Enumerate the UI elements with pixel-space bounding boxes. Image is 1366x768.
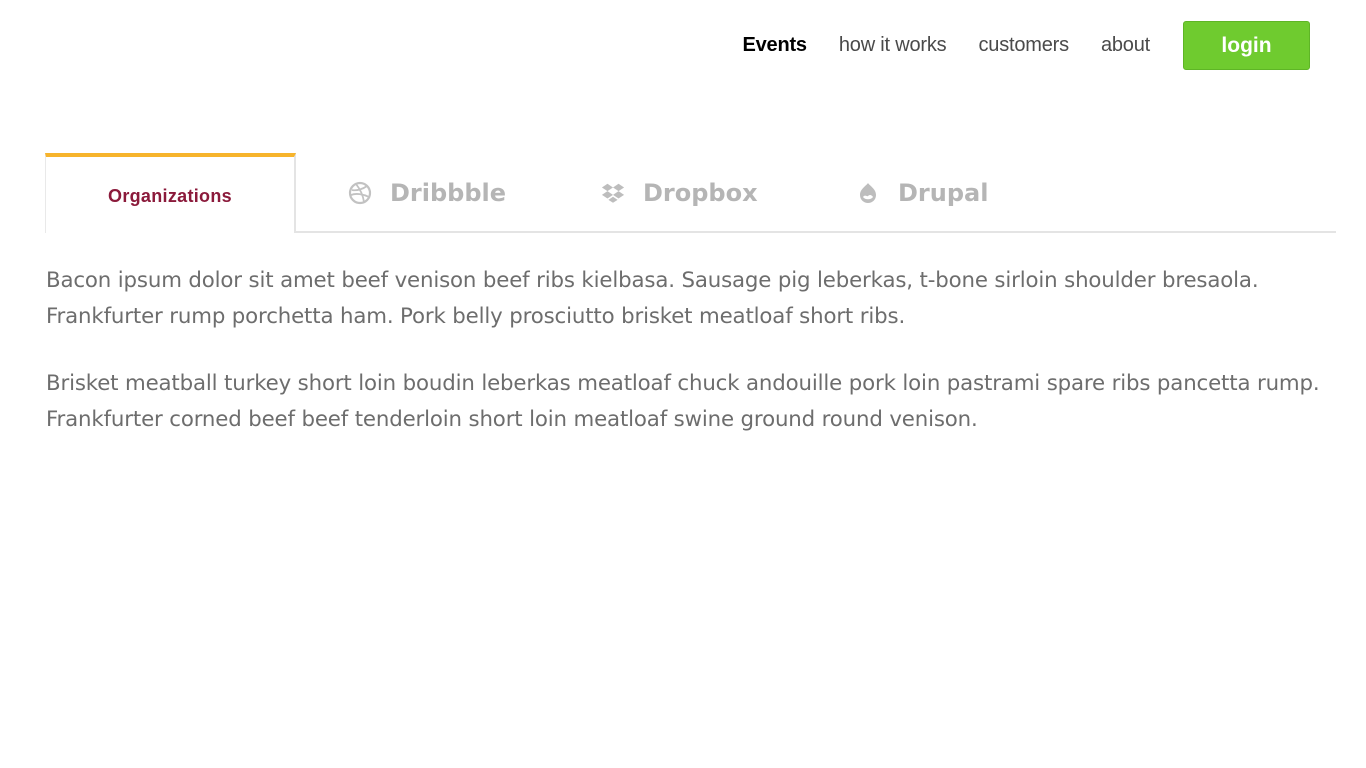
tab-bar: Organizations Dribbble Dropbox Drupal: [45, 153, 1336, 233]
content-paragraph-1: Bacon ipsum dolor sit amet beef venison …: [46, 268, 1259, 329]
tab-dropbox[interactable]: Dropbox: [601, 153, 758, 233]
drupal-icon: [856, 181, 880, 205]
tab-organizations-label: Organizations: [108, 185, 232, 206]
page: Events how it works customers about logi…: [0, 0, 1366, 768]
content-paragraph-2: Brisket meatball turkey short loin boudi…: [46, 371, 1320, 432]
tab-content: Bacon ipsum dolor sit amet beef venison …: [46, 263, 1336, 469]
nav-link-about[interactable]: about: [1101, 34, 1150, 57]
tab-organizations[interactable]: Organizations: [45, 153, 296, 233]
tab-dribbble[interactable]: Dribbble: [348, 153, 506, 233]
tab-dropbox-label: Dropbox: [643, 179, 758, 207]
nav-link-how-it-works[interactable]: how it works: [839, 34, 947, 57]
dropbox-icon: [601, 181, 625, 205]
dribbble-icon: [348, 181, 372, 205]
login-button[interactable]: login: [1183, 21, 1310, 70]
nav-link-events[interactable]: Events: [742, 34, 807, 57]
tab-drupal-label: Drupal: [898, 179, 989, 207]
tab-dribbble-label: Dribbble: [390, 179, 507, 207]
tab-drupal[interactable]: Drupal: [856, 153, 988, 233]
top-nav: Events how it works customers about logi…: [742, 21, 1310, 70]
nav-link-customers[interactable]: customers: [978, 34, 1069, 57]
